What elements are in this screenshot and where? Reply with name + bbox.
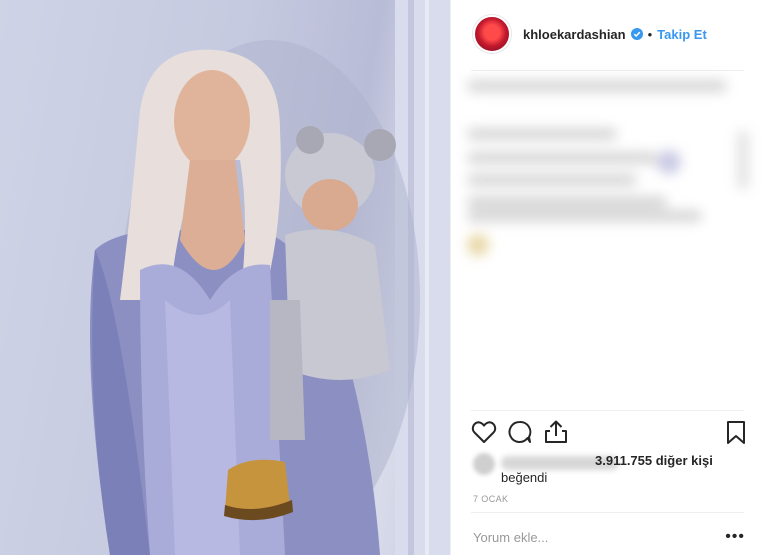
heart-icon[interactable] (471, 420, 497, 444)
liked-label: beğendi (501, 470, 548, 485)
liker-avatar[interactable] (473, 453, 495, 475)
post-photo[interactable] (0, 0, 450, 555)
post-photo-illustration (90, 0, 450, 555)
action-bar (471, 420, 747, 448)
more-options-icon[interactable]: ••• (725, 528, 745, 546)
comment-bar: ••• (473, 524, 745, 554)
post-side-panel: khloekardashian • Takip Et 3.911.755 diğ… (450, 0, 763, 555)
actions-divider (471, 410, 744, 411)
bookmark-icon[interactable] (725, 420, 747, 446)
share-icon[interactable] (543, 420, 569, 444)
profile-avatar[interactable] (473, 15, 511, 53)
caption-comments-blurred (467, 70, 757, 260)
username-link[interactable]: khloekardashian (523, 27, 626, 42)
post-header: khloekardashian • Takip Et (473, 14, 707, 54)
comment-icon[interactable] (507, 420, 533, 444)
comment-divider (471, 512, 744, 513)
follow-button[interactable]: Takip Et (657, 27, 707, 42)
like-count[interactable]: 3.911.755 diğer kişi (595, 453, 713, 468)
post-date[interactable]: 7 OCAK (473, 494, 508, 504)
verified-badge-icon (630, 28, 643, 40)
header-separator: • (647, 26, 653, 42)
comment-input[interactable] (473, 530, 703, 545)
